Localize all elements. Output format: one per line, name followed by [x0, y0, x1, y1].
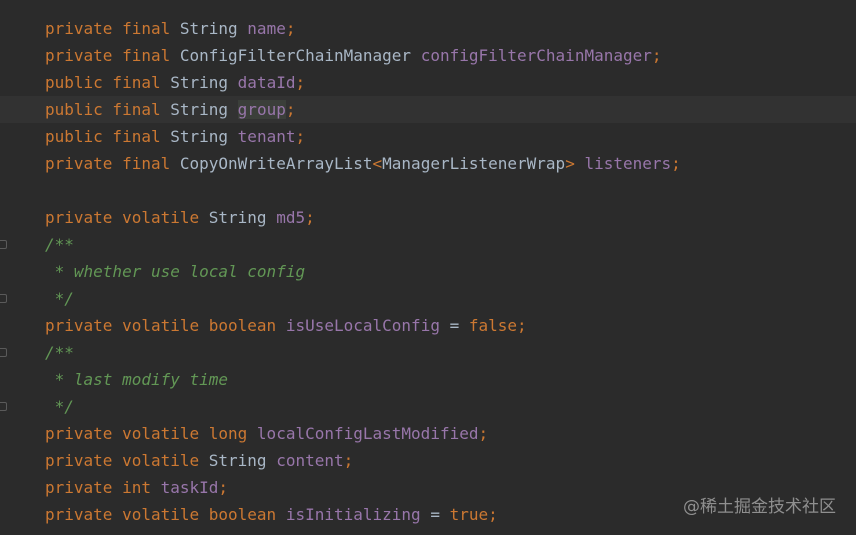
code-token: isInitializing: [285, 505, 431, 524]
code-token: <: [372, 154, 383, 173]
code-token: /**: [45, 235, 74, 254]
code-token: String: [208, 208, 277, 227]
code-token: ;: [478, 424, 489, 443]
code-token: ;: [651, 46, 662, 65]
code-token: =: [449, 316, 469, 335]
watermark: @稀土掘金技术社区: [683, 497, 836, 517]
code-token: CopyOnWriteArrayList: [179, 154, 373, 173]
code-line[interactable]: */: [0, 285, 856, 312]
code-token: dataId: [237, 73, 296, 92]
code-token: tenant: [237, 127, 296, 146]
code-line[interactable]: * whether use local config: [0, 258, 856, 285]
code-line-content: private final String name;: [45, 15, 295, 42]
code-token: localConfigLastModified: [256, 424, 479, 443]
code-token: private final: [45, 46, 180, 65]
code-token: */: [45, 289, 74, 308]
code-token: ManagerListenerWrap: [382, 154, 566, 173]
code-editor[interactable]: private final String name; private final …: [0, 0, 856, 535]
code-token: private volatile: [45, 451, 209, 470]
code-token: md5: [276, 208, 306, 227]
code-line[interactable]: /**: [0, 339, 856, 366]
code-token: group: [237, 100, 286, 119]
code-line[interactable]: public final String dataId;: [0, 69, 856, 96]
code-line-content: public final String dataId;: [45, 69, 305, 96]
code-line[interactable]: */: [0, 393, 856, 420]
code-token: false: [468, 316, 518, 335]
code-token: ;: [285, 19, 296, 38]
code-line[interactable]: private volatile boolean isUseLocalConfi…: [0, 312, 856, 339]
code-line-content: public final String tenant;: [45, 123, 305, 150]
code-line[interactable]: public final String tenant;: [0, 123, 856, 150]
code-line[interactable]: private volatile long localConfigLastMod…: [0, 420, 856, 447]
code-token: /**: [45, 343, 74, 362]
code-line-content: * whether use local config: [45, 258, 305, 285]
code-token: String: [208, 451, 277, 470]
code-line-content: /**: [45, 339, 74, 366]
code-token: * last modify time: [45, 370, 229, 389]
code-token: private final: [45, 19, 180, 38]
code-token: =: [430, 505, 450, 524]
code-line-content: */: [45, 393, 74, 420]
code-token: String: [179, 19, 248, 38]
code-line-content: private volatile String md5;: [45, 204, 315, 231]
code-line-content: private int taskId;: [45, 474, 228, 501]
code-line[interactable]: private volatile String content;: [0, 447, 856, 474]
code-line-content: private volatile String content;: [45, 447, 353, 474]
code-line[interactable]: [0, 177, 856, 204]
code-token: listeners: [584, 154, 672, 173]
code-line-content: private final CopyOnWriteArrayList<Manag…: [45, 150, 681, 177]
code-token: ;: [295, 127, 306, 146]
code-token: private volatile: [45, 208, 209, 227]
code-line[interactable]: public final String group;: [0, 96, 856, 123]
code-line[interactable]: private final ConfigFilterChainManager c…: [0, 42, 856, 69]
code-line[interactable]: private final CopyOnWriteArrayList<Manag…: [0, 150, 856, 177]
code-line[interactable]: private final String name;: [0, 15, 856, 42]
code-token: true: [449, 505, 489, 524]
code-token: * whether use local config: [45, 262, 306, 281]
code-token: name: [247, 19, 286, 38]
code-token: ;: [343, 451, 354, 470]
code-token: public final: [45, 73, 171, 92]
code-token: ;: [488, 505, 498, 524]
code-token: public final: [45, 100, 171, 119]
code-line-content: private volatile long localConfigLastMod…: [45, 420, 488, 447]
code-token: ;: [305, 208, 315, 227]
code-line-content: private volatile boolean isUseLocalConfi…: [45, 312, 527, 339]
code-token: private volatile boolean: [45, 505, 286, 524]
code-token: >: [565, 154, 585, 173]
code-line-content: /**: [45, 231, 74, 258]
code-token: content: [276, 451, 344, 470]
code-token: taskId: [160, 478, 219, 497]
code-token: private final: [45, 154, 180, 173]
code-token: private volatile boolean: [45, 316, 286, 335]
code-line[interactable]: * last modify time: [0, 366, 856, 393]
code-token: configFilterChainManager: [420, 46, 652, 65]
code-token: ;: [671, 154, 681, 173]
code-line-content: * last modify time: [45, 366, 228, 393]
code-token: ;: [295, 73, 306, 92]
code-token: private int: [45, 478, 161, 497]
code-token: public final: [45, 127, 171, 146]
code-token: private volatile long: [45, 424, 257, 443]
code-line-content: private final ConfigFilterChainManager c…: [45, 42, 662, 69]
code-line[interactable]: private volatile String md5;: [0, 204, 856, 231]
code-line-content: */: [45, 285, 74, 312]
code-token: String: [170, 100, 238, 119]
code-token: ConfigFilterChainManager: [179, 46, 421, 65]
code-line-content: private volatile boolean isInitializing …: [45, 501, 498, 528]
code-token: String: [170, 127, 238, 146]
code-token: ;: [285, 100, 296, 119]
code-token: isUseLocalConfig: [285, 316, 450, 335]
code-line[interactable]: /**: [0, 231, 856, 258]
code-token: */: [45, 397, 74, 416]
code-line-content: public final String group;: [45, 96, 295, 123]
code-token: ;: [218, 478, 229, 497]
code-token: ;: [517, 316, 527, 335]
code-token: String: [170, 73, 238, 92]
